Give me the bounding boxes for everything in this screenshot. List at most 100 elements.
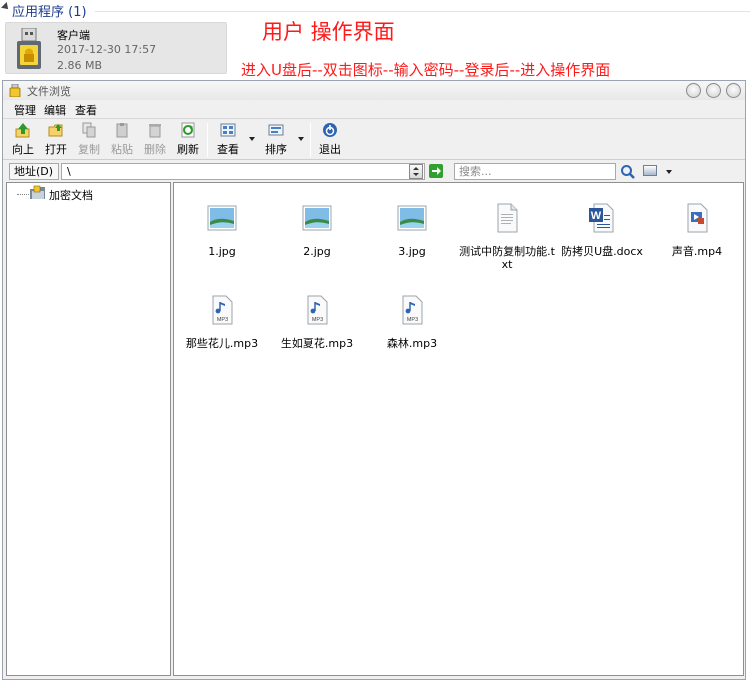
view-grid-icon bbox=[220, 123, 236, 137]
address-label: 地址(D) bbox=[9, 163, 59, 180]
file-item[interactable]: MP3 生如夏花.mp3 bbox=[269, 295, 365, 350]
copy-icon bbox=[82, 122, 96, 138]
copy-button[interactable]: 复制 bbox=[76, 122, 102, 158]
file-name: 那些花儿.mp3 bbox=[185, 337, 259, 350]
group-title: 应用程序 (1) bbox=[12, 5, 87, 20]
updown-arrows-icon bbox=[413, 167, 419, 176]
file-name: 防拷贝U盘.docx bbox=[561, 245, 643, 258]
lock-app-icon bbox=[9, 84, 21, 97]
video-file-icon bbox=[687, 203, 708, 233]
svg-text:MP3: MP3 bbox=[312, 317, 323, 323]
image-icon bbox=[302, 205, 332, 231]
go-button[interactable] bbox=[429, 164, 443, 178]
sort-dropdown-caret-icon[interactable] bbox=[298, 137, 304, 141]
menu-view[interactable]: 查看 bbox=[75, 102, 97, 118]
view-button[interactable]: 查看 bbox=[215, 122, 241, 158]
view-mode-caret-icon[interactable] bbox=[666, 170, 672, 174]
file-name: 1.jpg bbox=[208, 245, 236, 258]
delete-label: 删除 bbox=[144, 143, 166, 156]
file-name: 声音.mp4 bbox=[671, 245, 723, 258]
image-icon bbox=[397, 205, 427, 231]
annotation-title: 用户 操作界面 bbox=[262, 20, 395, 44]
toolbar: 向上 打开 复制 粘贴 删除 刷新 查看 排序 退出 bbox=[3, 118, 745, 160]
file-item[interactable]: 1.jpg bbox=[174, 203, 270, 258]
open-button[interactable]: 打开 bbox=[43, 122, 69, 158]
folder-tree: 加密文档 bbox=[6, 182, 171, 676]
sort-label: 排序 bbox=[265, 143, 287, 156]
svg-text:MP3: MP3 bbox=[407, 317, 418, 323]
view-mode-icon[interactable] bbox=[643, 165, 657, 176]
mp3-file-icon: MP3 bbox=[307, 295, 328, 325]
mp3-file-icon: MP3 bbox=[212, 295, 233, 325]
file-name: 测试中防复制功能.txt bbox=[459, 245, 555, 271]
delete-button[interactable]: 删除 bbox=[142, 122, 168, 158]
paste-button[interactable]: 粘贴 bbox=[109, 122, 135, 158]
maximize-button[interactable] bbox=[706, 83, 721, 98]
view-dropdown-caret-icon[interactable] bbox=[249, 137, 255, 141]
delete-icon bbox=[149, 124, 161, 138]
open-folder-icon bbox=[48, 124, 63, 137]
up-arrow-icon bbox=[15, 123, 30, 138]
sort-button[interactable]: 排序 bbox=[263, 122, 289, 158]
word-doc-icon: W bbox=[589, 203, 614, 233]
group-divider bbox=[95, 11, 750, 12]
usb-drive-icon bbox=[17, 28, 41, 69]
image-icon bbox=[207, 205, 237, 231]
file-item[interactable]: MP3 森林.mp3 bbox=[364, 295, 460, 350]
refresh-button[interactable]: 刷新 bbox=[175, 122, 201, 158]
search-icon[interactable] bbox=[620, 164, 636, 180]
file-item[interactable]: 3.jpg bbox=[364, 203, 460, 258]
address-input[interactable]: \ bbox=[61, 163, 425, 180]
file-name: 生如夏花.mp3 bbox=[280, 337, 354, 350]
file-item[interactable]: 声音.mp4 bbox=[649, 203, 745, 258]
window-title: 文件浏览 bbox=[27, 85, 71, 98]
exit-button[interactable]: 退出 bbox=[317, 122, 343, 158]
svg-text:W: W bbox=[591, 210, 602, 222]
text-file-icon bbox=[497, 203, 518, 233]
exit-label: 退出 bbox=[319, 143, 341, 156]
menu-manage[interactable]: 管理 bbox=[14, 102, 36, 118]
address-dropdown-button[interactable] bbox=[409, 164, 423, 179]
refresh-label: 刷新 bbox=[177, 143, 199, 156]
go-arrow-icon bbox=[432, 167, 441, 175]
file-list: 1.jpg 2.jpg 3.jpg 测试中防复制功能.txt W 防拷贝U盘.d… bbox=[173, 182, 744, 676]
mp3-file-icon: MP3 bbox=[402, 295, 423, 325]
tree-connector bbox=[17, 194, 29, 195]
file-browser-window: 文件浏览 管理 编辑 查看 向上 打开 复制 粘贴 删除 刷新 查看 排序 退出… bbox=[2, 80, 746, 680]
paste-icon bbox=[116, 123, 128, 138]
close-button[interactable] bbox=[726, 83, 741, 98]
minimize-button[interactable] bbox=[686, 83, 701, 98]
file-item[interactable]: 2.jpg bbox=[269, 203, 365, 258]
tree-item-label: 加密文档 bbox=[49, 189, 93, 202]
annotation-steps: 进入U盘后--双击图标--输入密码--登录后--进入操作界面 bbox=[241, 61, 611, 79]
address-bar: 地址(D) \ 搜索... bbox=[3, 161, 745, 181]
app-size: 2.86 MB bbox=[57, 59, 103, 72]
toolbar-separator bbox=[310, 123, 311, 157]
sort-icon bbox=[268, 124, 284, 136]
up-button[interactable]: 向上 bbox=[10, 122, 36, 158]
up-label: 向上 bbox=[12, 143, 34, 156]
app-tile-client[interactable]: 客户端 2017-12-30 17:57 2.86 MB bbox=[5, 22, 227, 74]
window-titlebar[interactable]: 文件浏览 bbox=[3, 81, 745, 100]
file-name: 3.jpg bbox=[398, 245, 426, 258]
file-name: 森林.mp3 bbox=[386, 337, 438, 350]
svg-text:MP3: MP3 bbox=[217, 317, 228, 323]
file-item[interactable]: MP3 那些花儿.mp3 bbox=[174, 295, 270, 350]
toolbar-separator bbox=[207, 123, 208, 157]
menu-edit[interactable]: 编辑 bbox=[44, 102, 66, 118]
file-item[interactable]: W 防拷贝U盘.docx bbox=[554, 203, 650, 258]
search-input[interactable]: 搜索... bbox=[454, 163, 616, 180]
refresh-icon bbox=[181, 122, 195, 138]
menu-bar: 管理 编辑 查看 bbox=[3, 100, 745, 118]
paste-label: 粘贴 bbox=[111, 143, 133, 156]
copy-label: 复制 bbox=[78, 143, 100, 156]
app-name: 客户端 bbox=[57, 29, 90, 42]
app-date: 2017-12-30 17:57 bbox=[57, 43, 157, 56]
file-item[interactable]: 测试中防复制功能.txt bbox=[459, 203, 555, 271]
open-label: 打开 bbox=[45, 143, 67, 156]
view-label: 查看 bbox=[217, 143, 239, 156]
collapse-triangle-icon[interactable] bbox=[1, 2, 11, 12]
encrypted-folder-icon bbox=[30, 185, 45, 199]
power-icon bbox=[323, 123, 337, 137]
file-name: 2.jpg bbox=[303, 245, 331, 258]
